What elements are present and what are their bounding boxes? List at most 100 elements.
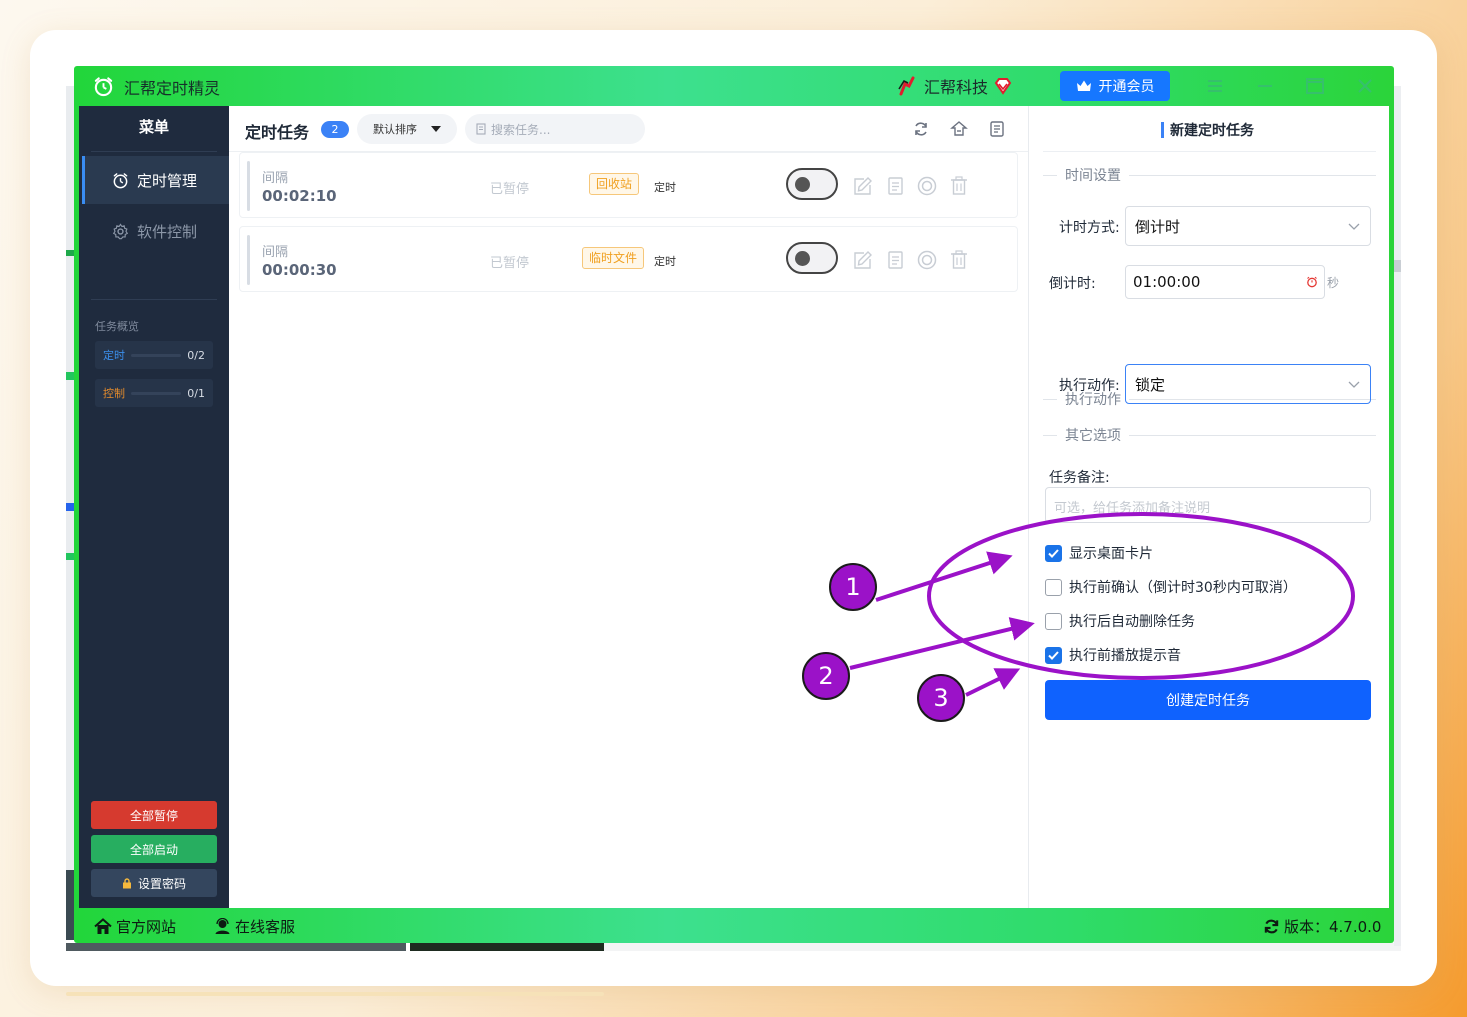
task-row[interactable]: 间隔 00:00:30 已暂停 临时文件 定时 — [239, 226, 1018, 292]
section-title: 其它选项 — [1065, 428, 1121, 444]
background-window-fragment — [1394, 86, 1401, 946]
countdown-value: 01:00:00 — [1133, 273, 1201, 291]
sidebar-item-software-control[interactable]: 软件控制 — [82, 207, 229, 255]
delete-icon[interactable] — [948, 175, 970, 197]
task-row[interactable]: 间隔 00:02:10 已暂停 回收站 定时 — [239, 152, 1018, 218]
active-indicator — [82, 156, 85, 204]
action-select[interactable]: 锁定 — [1125, 364, 1371, 404]
sidebar: 菜单 定时管理 软件控制 任务概览 定时 0/2 控制 0/1 全部暂停 全部启… — [79, 106, 229, 908]
option-show-desktop-card[interactable]: 显示桌面卡片 — [1045, 543, 1153, 563]
set-password-button[interactable]: 设置密码 — [91, 869, 217, 897]
close-icon[interactable] — [1354, 75, 1376, 97]
log-icon[interactable] — [988, 120, 1006, 138]
official-website-link[interactable]: 官方网站 — [94, 916, 176, 937]
run-now-icon[interactable] — [916, 175, 938, 197]
task-type: 间隔 — [262, 171, 289, 186]
pause-all-label: 全部暂停 — [129, 808, 178, 823]
annotation-marker-2: 2 — [802, 652, 850, 700]
option-label: 执行前播放提示音 — [1069, 648, 1181, 664]
task-count-badge: 2 — [321, 121, 349, 138]
version-label: 版本：4.7.0.0 — [1284, 918, 1382, 936]
copy-icon[interactable] — [884, 249, 906, 271]
section-other-options: 其它选项 — [1043, 425, 1376, 445]
toggle-knob — [795, 251, 810, 266]
checkbox[interactable] — [1045, 646, 1062, 664]
sort-select[interactable]: 默认排序 — [357, 114, 457, 144]
toggle-knob — [795, 177, 810, 192]
start-all-label: 全部启动 — [129, 842, 178, 857]
section-time-settings: 时间设置 — [1043, 165, 1376, 185]
task-toggle[interactable] — [786, 242, 838, 274]
official-website-label: 官方网站 — [116, 918, 177, 936]
option-play-sound[interactable]: 执行前播放提示音 — [1045, 645, 1181, 665]
alarm-clock-icon — [1307, 276, 1317, 288]
overview-label: 任务概览 — [95, 320, 139, 333]
brand-logo-icon — [898, 76, 915, 96]
countdown-label: 倒计时: — [1049, 276, 1096, 292]
overview-timer-row: 定时 0/2 — [95, 341, 213, 369]
edit-icon[interactable] — [852, 249, 874, 271]
task-status: 已暂停 — [490, 256, 530, 271]
app-title: 汇帮定时精灵 — [124, 79, 221, 98]
title-accent — [1161, 122, 1164, 138]
note-textarea[interactable]: 可选，给任务添加备注说明 — [1045, 487, 1371, 523]
task-tag: 临时文件 — [582, 247, 645, 269]
divider — [1043, 151, 1376, 152]
option-label: 显示桌面卡片 — [1069, 546, 1153, 562]
menu-icon[interactable] — [1204, 75, 1226, 97]
task-list-header: 定时任务 2 默认排序 搜索任务... — [229, 106, 1028, 152]
task-status: 已暂停 — [490, 182, 530, 197]
background-window-fragment — [1394, 260, 1401, 272]
support-agent-icon — [215, 918, 230, 934]
decorative-line — [66, 992, 604, 996]
check-icon — [1048, 650, 1059, 660]
page-title: 定时任务 — [245, 123, 310, 142]
task-time: 00:02:10 — [262, 187, 337, 205]
minimize-icon[interactable] — [1254, 75, 1276, 97]
delete-icon[interactable] — [948, 249, 970, 271]
divider — [91, 151, 217, 152]
online-support-link[interactable]: 在线客服 — [214, 916, 295, 937]
search-input[interactable]: 搜索任务... — [465, 114, 645, 144]
sidebar-item-timer-management[interactable]: 定时管理 — [82, 156, 229, 204]
timing-mode-select[interactable]: 倒计时 — [1125, 206, 1371, 246]
checkbox[interactable] — [1045, 544, 1062, 562]
sidebar-title: 菜单 — [138, 118, 169, 136]
check-icon — [1048, 548, 1059, 558]
sidebar-item-label: 定时管理 — [137, 171, 198, 190]
create-task-button[interactable]: 创建定时任务 — [1045, 680, 1371, 720]
checkbox[interactable] — [1045, 612, 1062, 630]
vip-button[interactable]: 开通会员 — [1060, 71, 1170, 101]
option-auto-delete[interactable]: 执行后自动删除任务 — [1045, 611, 1195, 631]
task-toggle[interactable] — [786, 168, 838, 200]
version-info[interactable]: 版本：4.7.0.0 — [1263, 916, 1381, 937]
refresh-icon[interactable] — [912, 120, 930, 138]
alarm-clock-logo-icon — [94, 77, 113, 97]
background-window-fragment — [66, 943, 406, 951]
option-confirm-before-run[interactable]: 执行前确认（倒计时30秒内可取消） — [1045, 577, 1297, 597]
clear-icon[interactable] — [950, 120, 968, 138]
pause-all-button[interactable]: 全部暂停 — [91, 801, 217, 829]
search-placeholder: 搜索任务... — [491, 122, 551, 137]
countdown-input[interactable]: 01:00:00 — [1125, 265, 1325, 299]
seconds-unit: 秒 — [1327, 276, 1340, 290]
run-now-icon[interactable] — [916, 249, 938, 271]
vip-label: 开通会员 — [1098, 79, 1155, 95]
timing-mode-value: 倒计时 — [1135, 217, 1181, 236]
copy-icon[interactable] — [884, 175, 906, 197]
action-label: 执行动作: — [1059, 378, 1120, 394]
start-all-button[interactable]: 全部启动 — [91, 835, 217, 863]
task-accent — [247, 235, 250, 285]
task-type: 间隔 — [262, 245, 289, 260]
create-task-label: 创建定时任务 — [1166, 693, 1250, 709]
background-window-fragment — [66, 372, 74, 380]
maximize-icon[interactable] — [1304, 75, 1326, 97]
title-bar[interactable]: 汇帮定时精灵 汇帮科技 开通会员 — [74, 66, 1394, 106]
checkbox[interactable] — [1045, 578, 1062, 596]
background-window-fragment — [66, 250, 74, 256]
edit-icon[interactable] — [852, 175, 874, 197]
mode-label: 计时方式: — [1059, 220, 1120, 236]
task-list-panel: 定时任务 2 默认排序 搜索任务... 间隔 00:02:10 已暂停 回收站 … — [229, 106, 1028, 908]
overview-control-label: 控制 — [103, 387, 125, 400]
overview-timer-count: 0/2 — [187, 348, 205, 362]
